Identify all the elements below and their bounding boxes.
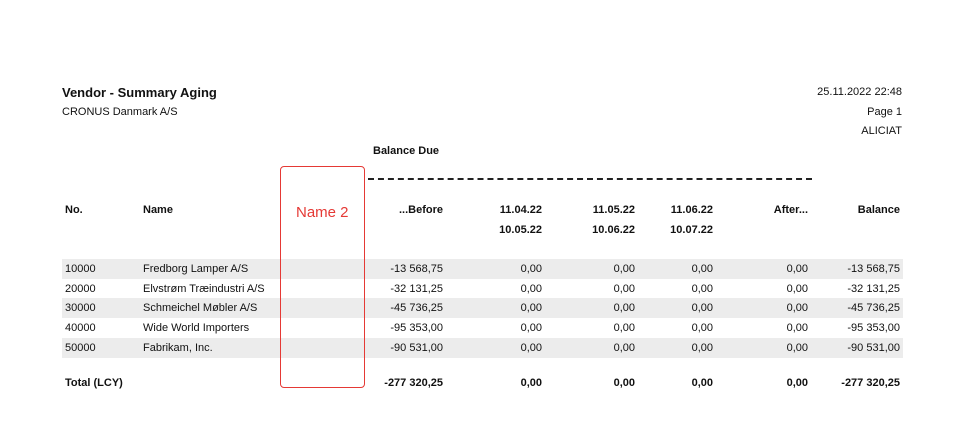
header-period3-from: 11.06.22 bbox=[670, 204, 713, 216]
cell-no: 10000 bbox=[65, 263, 96, 275]
cell-balance: -45 736,25 bbox=[847, 302, 900, 314]
table-row: 40000 Wide World Importers -95 353,00 0,… bbox=[62, 318, 903, 338]
dashed-divider bbox=[368, 178, 812, 180]
cell-name: Wide World Importers bbox=[143, 322, 250, 334]
cell-period3: 0,00 bbox=[691, 283, 713, 295]
name2-annotation-label: Name 2 bbox=[296, 204, 349, 221]
company-name: CRONUS Danmark A/S bbox=[62, 106, 178, 118]
header-before: ...Before bbox=[398, 204, 443, 216]
total-period2: 0,00 bbox=[613, 377, 635, 389]
cell-period1: 0,00 bbox=[520, 342, 542, 354]
total-label: Total (LCY) bbox=[65, 377, 123, 389]
cell-name: Schmeichel Møbler A/S bbox=[143, 302, 258, 314]
table-row: 10000 Fredborg Lamper A/S -13 568,75 0,0… bbox=[62, 259, 903, 279]
cell-no: 20000 bbox=[65, 283, 96, 295]
header-period1-to: 10.05.22 bbox=[499, 224, 542, 236]
cell-before: -13 568,75 bbox=[390, 263, 443, 275]
total-row: Total (LCY) -277 320,25 0,00 0,00 0,00 0… bbox=[62, 377, 903, 395]
cell-before: -90 531,00 bbox=[390, 342, 443, 354]
cell-before: -32 131,25 bbox=[390, 283, 443, 295]
header-period2-from: 11.05.22 bbox=[592, 204, 635, 216]
cell-period3: 0,00 bbox=[691, 302, 713, 314]
cell-period3: 0,00 bbox=[691, 263, 713, 275]
balance-due-label: Balance Due bbox=[373, 145, 440, 157]
header-no: No. bbox=[65, 204, 83, 216]
name2-highlight-box bbox=[280, 166, 365, 388]
table-row: 50000 Fabrikam, Inc. -90 531,00 0,00 0,0… bbox=[62, 338, 903, 358]
cell-no: 50000 bbox=[65, 342, 96, 354]
cell-period1: 0,00 bbox=[520, 283, 542, 295]
cell-period2: 0,00 bbox=[613, 302, 635, 314]
cell-balance: -32 131,25 bbox=[847, 283, 900, 295]
cell-period3: 0,00 bbox=[691, 322, 713, 334]
header-period3-to: 10.07.22 bbox=[670, 224, 713, 236]
table-row: 30000 Schmeichel Møbler A/S -45 736,25 0… bbox=[62, 298, 903, 318]
cell-before: -95 353,00 bbox=[390, 322, 443, 334]
cell-name: Fredborg Lamper A/S bbox=[143, 263, 249, 275]
cell-balance: -90 531,00 bbox=[847, 342, 900, 354]
cell-period2: 0,00 bbox=[613, 342, 635, 354]
total-before: -277 320,25 bbox=[384, 377, 443, 389]
cell-period2: 0,00 bbox=[613, 283, 635, 295]
cell-no: 40000 bbox=[65, 322, 96, 334]
cell-no: 30000 bbox=[65, 302, 96, 314]
header-period2-to: 10.06.22 bbox=[592, 224, 635, 236]
cell-period1: 0,00 bbox=[520, 302, 542, 314]
cell-period1: 0,00 bbox=[520, 322, 542, 334]
header-balance: Balance bbox=[857, 204, 900, 216]
cell-after: 0,00 bbox=[786, 302, 808, 314]
cell-period2: 0,00 bbox=[613, 263, 635, 275]
cell-after: 0,00 bbox=[786, 342, 808, 354]
header-name: Name bbox=[143, 204, 173, 216]
table-row: 20000 Elvstrøm Træindustri A/S -32 131,2… bbox=[62, 279, 903, 299]
cell-name: Fabrikam, Inc. bbox=[143, 342, 213, 354]
total-balance: -277 320,25 bbox=[841, 377, 900, 389]
header-period1-from: 11.04.22 bbox=[499, 204, 542, 216]
cell-period3: 0,00 bbox=[691, 342, 713, 354]
cell-balance: -13 568,75 bbox=[847, 263, 900, 275]
cell-after: 0,00 bbox=[786, 322, 808, 334]
total-period1: 0,00 bbox=[520, 377, 542, 389]
report-datetime: 25.11.2022 22:48 bbox=[817, 86, 902, 98]
cell-after: 0,00 bbox=[786, 283, 808, 295]
total-after: 0,00 bbox=[786, 377, 808, 389]
cell-balance: -95 353,00 bbox=[847, 322, 900, 334]
cell-period2: 0,00 bbox=[613, 322, 635, 334]
cell-name: Elvstrøm Træindustri A/S bbox=[143, 283, 265, 295]
user-id: ALICIAT bbox=[861, 125, 902, 137]
total-period3: 0,00 bbox=[691, 377, 713, 389]
report-title: Vendor - Summary Aging bbox=[62, 85, 217, 100]
cell-before: -45 736,25 bbox=[390, 302, 443, 314]
cell-after: 0,00 bbox=[786, 263, 808, 275]
header-after: After... bbox=[773, 204, 808, 216]
cell-period1: 0,00 bbox=[520, 263, 542, 275]
page-number: Page 1 bbox=[867, 106, 902, 118]
